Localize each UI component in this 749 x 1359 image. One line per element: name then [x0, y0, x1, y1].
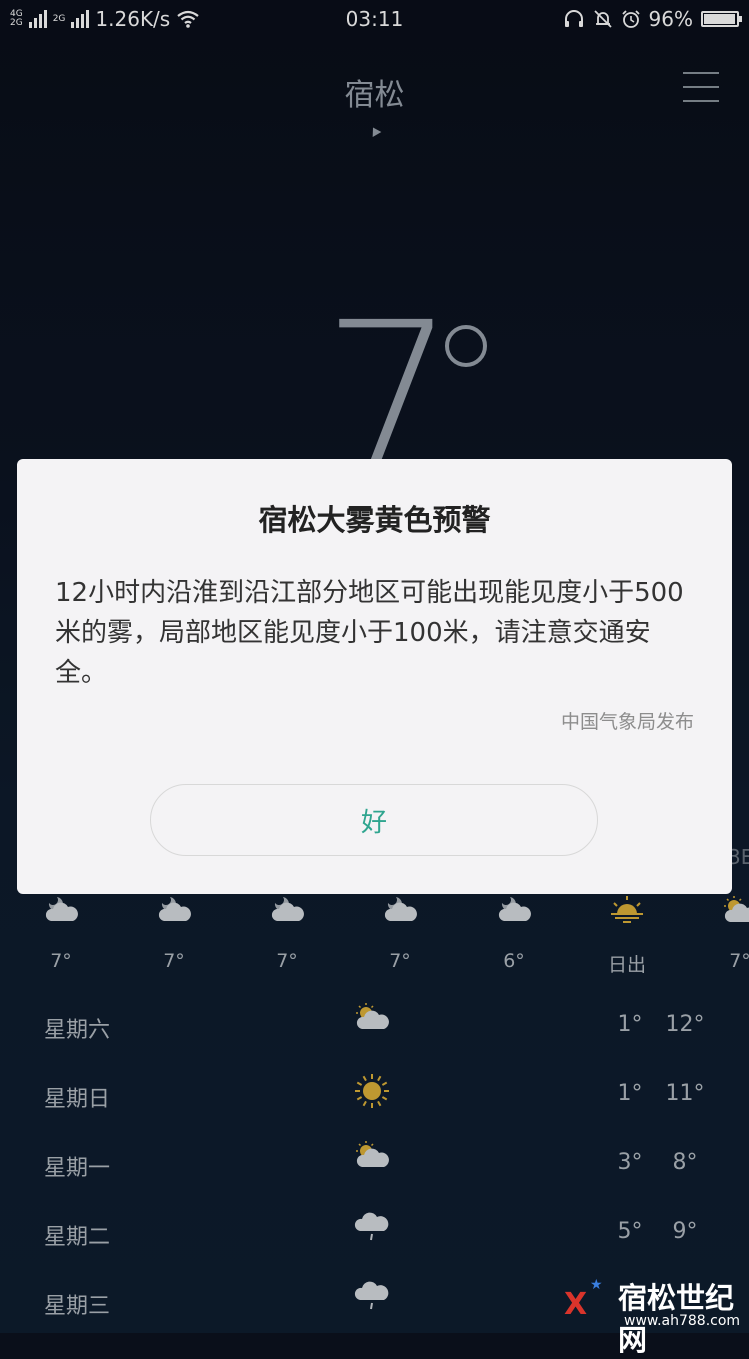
weather-alert-dialog: 宿松大雾黄色预警 12小时内沿淮到沿江部分地区可能出现能见度小于500米的雾，局… [17, 459, 732, 894]
dialog-title: 宿松大雾黄色预警 [258, 503, 491, 537]
dialog-source: 中国气象局发布 [560, 711, 694, 733]
watermark-logo: X [564, 1287, 588, 1322]
watermark-url: www.ah788.com [624, 1313, 741, 1329]
star-icon: ★ [590, 1277, 603, 1293]
ok-button[interactable]: 好 [150, 784, 598, 856]
watermark: X ★ 宿松世纪网 www.ah788.com [560, 1275, 749, 1357]
dialog-body: 12小时内沿淮到沿江部分地区可能出现能见度小于500米的雾，局部地区能见度小于1… [55, 578, 684, 688]
